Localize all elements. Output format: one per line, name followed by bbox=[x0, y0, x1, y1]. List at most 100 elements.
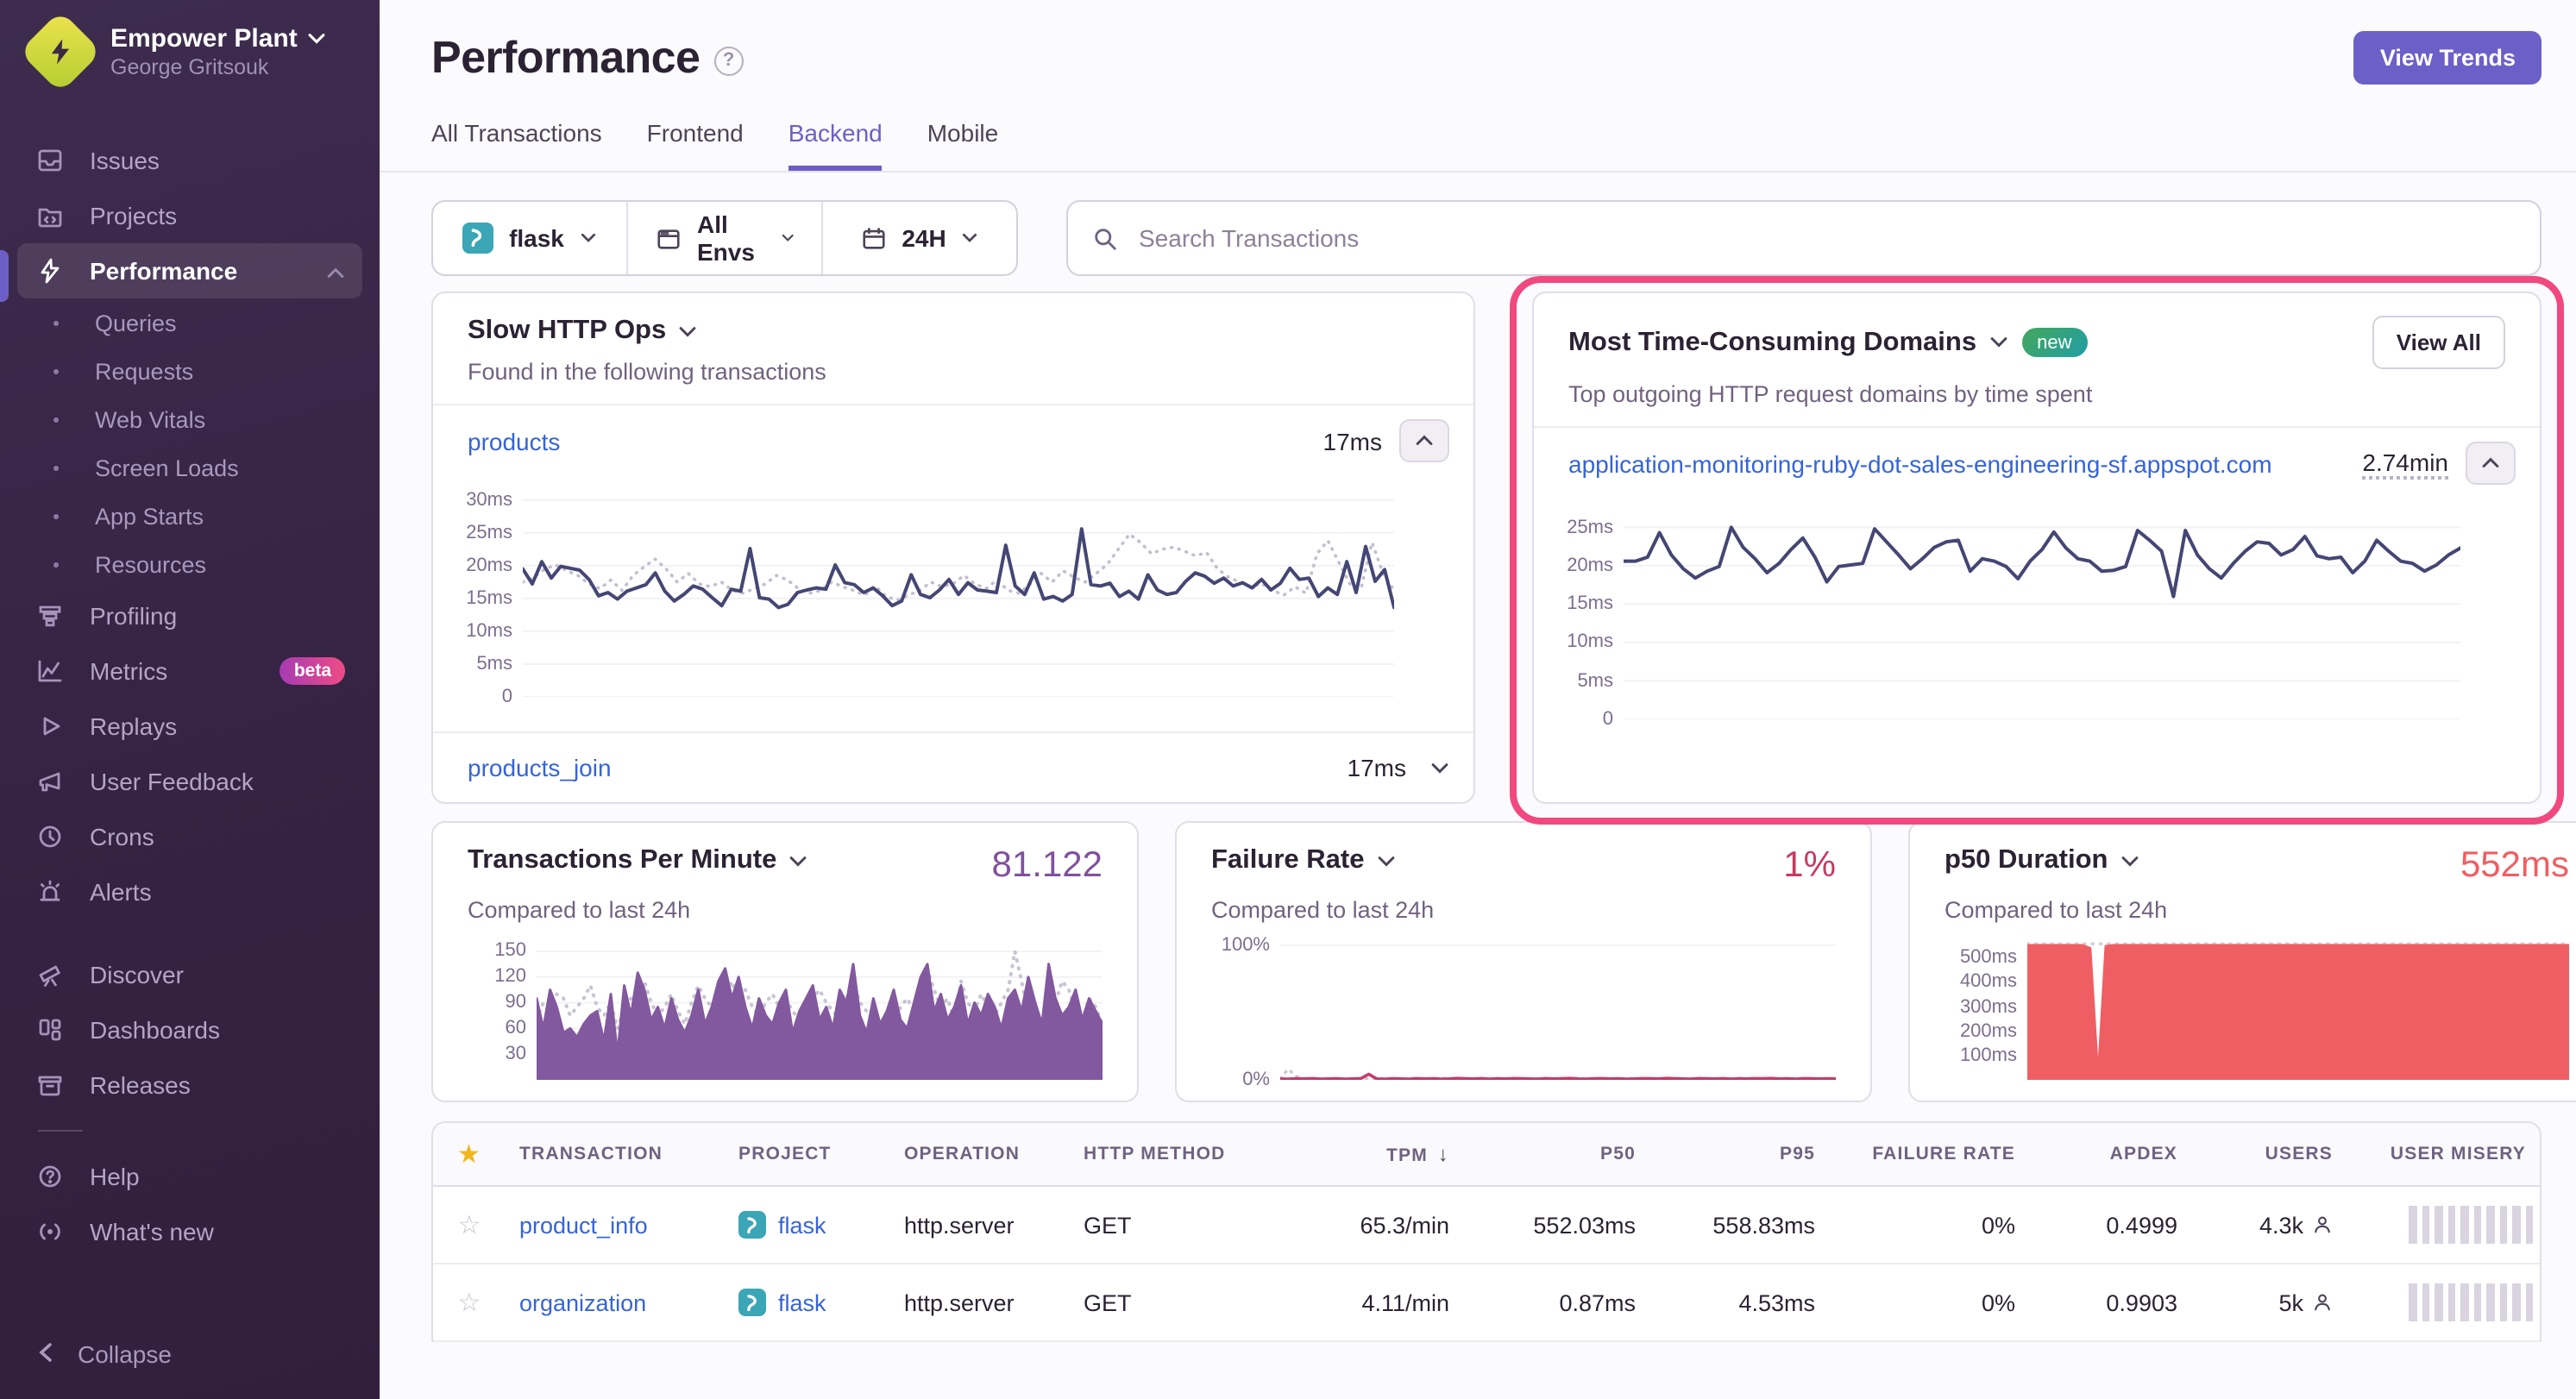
view-trends-button[interactable]: View Trends bbox=[2354, 31, 2541, 85]
project-link[interactable]: flask bbox=[778, 1289, 826, 1315]
slow-http-ops-title[interactable]: Slow HTTP Ops bbox=[468, 316, 697, 347]
expand-row-button[interactable] bbox=[1430, 762, 1449, 774]
sidebar-item-label: Releases bbox=[90, 1071, 191, 1099]
chevron-down-icon bbox=[2120, 855, 2139, 867]
sidebar-item-issues[interactable]: Issues bbox=[17, 133, 362, 188]
telescope-icon bbox=[35, 959, 66, 990]
profiling-icon bbox=[35, 600, 66, 631]
tab-frontend[interactable]: Frontend bbox=[647, 119, 744, 171]
slow-http-ops-chart: 30ms25ms20ms15ms10ms5ms0 bbox=[433, 476, 1473, 731]
org-switcher[interactable]: Empower Plant George Gritsouk bbox=[0, 0, 380, 98]
sidebar-item-web-vitals[interactable]: Web Vitals bbox=[17, 395, 362, 443]
play-icon bbox=[35, 711, 66, 742]
archive-box-icon bbox=[35, 1070, 66, 1101]
project-filter[interactable]: flask bbox=[433, 202, 626, 274]
bullet-icon bbox=[53, 465, 59, 470]
sidebar-item-label: Replays bbox=[90, 712, 177, 740]
chevron-down-icon bbox=[308, 33, 327, 45]
col-p50[interactable]: P50 bbox=[1463, 1144, 1649, 1164]
tpm-cell: 4.11/min bbox=[1270, 1289, 1463, 1315]
col-transaction[interactable]: TRANSACTION bbox=[506, 1144, 725, 1164]
sidebar-item-projects[interactable]: Projects bbox=[17, 188, 362, 243]
sidebar-collapse-button[interactable]: Collapse bbox=[0, 1323, 380, 1399]
col-users[interactable]: USERS bbox=[2191, 1144, 2347, 1164]
col-apdex[interactable]: APDEX bbox=[2029, 1144, 2191, 1164]
app-window: Empower Plant George Gritsouk Issues Pro… bbox=[0, 0, 2576, 1399]
sidebar-item-requests[interactable]: Requests bbox=[17, 347, 362, 395]
users-cell: 4.3k bbox=[2259, 1212, 2303, 1238]
star-column-header[interactable]: ★ bbox=[433, 1139, 506, 1170]
p50-duration-title[interactable]: p50 Duration bbox=[1945, 845, 2139, 876]
transaction-link[interactable]: products bbox=[468, 427, 560, 455]
search-input[interactable] bbox=[1135, 223, 2516, 254]
sidebar-divider bbox=[38, 1130, 83, 1132]
sidebar-item-dashboards[interactable]: Dashboards bbox=[17, 1002, 362, 1057]
sidebar-item-profiling[interactable]: Profiling bbox=[17, 588, 362, 643]
collapse-row-button[interactable] bbox=[2466, 442, 2516, 485]
tab-mobile[interactable]: Mobile bbox=[927, 119, 999, 171]
sidebar-item-label: Discover bbox=[90, 961, 184, 988]
sidebar-item-user-feedback[interactable]: User Feedback bbox=[17, 754, 362, 809]
star-toggle[interactable]: ☆ bbox=[433, 1287, 506, 1318]
transaction-link[interactable]: products_join bbox=[468, 754, 612, 781]
col-user-misery[interactable]: USER MISERY bbox=[2347, 1144, 2540, 1164]
sidebar-item-app-starts[interactable]: App Starts bbox=[17, 492, 362, 540]
filter-bar: flask All Envs 24H bbox=[431, 200, 2541, 276]
transaction-link[interactable]: organization bbox=[519, 1289, 646, 1315]
lightning-bolt-icon bbox=[45, 36, 76, 67]
y-axis: 150120906030 bbox=[468, 938, 537, 1080]
sidebar-item-alerts[interactable]: Alerts bbox=[17, 864, 362, 919]
sidebar-item-screen-loads[interactable]: Screen Loads bbox=[17, 443, 362, 492]
new-badge: new bbox=[2021, 328, 2087, 357]
failure-rate-title[interactable]: Failure Rate bbox=[1211, 845, 1395, 876]
col-failure-rate[interactable]: FAILURE RATE bbox=[1829, 1144, 2029, 1164]
sidebar-item-replays[interactable]: Replays bbox=[17, 699, 362, 754]
project-link[interactable]: flask bbox=[778, 1212, 826, 1238]
star-toggle[interactable]: ☆ bbox=[433, 1209, 506, 1240]
sidebar-item-label: Projects bbox=[90, 202, 177, 229]
sidebar-item-queries[interactable]: Queries bbox=[17, 298, 362, 347]
http-method-cell: GET bbox=[1070, 1212, 1270, 1238]
sidebar-item-releases[interactable]: Releases bbox=[17, 1057, 362, 1113]
domains-panel-title[interactable]: Most Time-Consuming Domains bbox=[1568, 327, 2007, 358]
sidebar-item-label: Requests bbox=[95, 358, 193, 384]
col-project[interactable]: PROJECT bbox=[725, 1144, 890, 1164]
domain-link[interactable]: application-monitoring-ruby-dot-sales-en… bbox=[1568, 449, 2272, 477]
tpm-card-title[interactable]: Transactions Per Minute bbox=[468, 845, 807, 876]
date-range-filter[interactable]: 24H bbox=[821, 202, 1016, 274]
failure-rate-chart: 100%0% bbox=[1211, 938, 1836, 1080]
col-operation[interactable]: OPERATION bbox=[890, 1144, 1070, 1164]
collapse-row-button[interactable] bbox=[1399, 419, 1449, 462]
sidebar-item-discover[interactable]: Discover bbox=[17, 947, 362, 1002]
tpm-chart: 150120906030 bbox=[468, 938, 1103, 1080]
help-circle-icon[interactable]: ? bbox=[713, 46, 743, 75]
time-spent-value: 2.74min bbox=[2362, 448, 2448, 479]
http-method-cell: GET bbox=[1070, 1289, 1270, 1315]
view-all-button[interactable]: View All bbox=[2372, 316, 2505, 369]
domain-row: application-monitoring-ruby-dot-sales-en… bbox=[1534, 428, 2540, 499]
sidebar-item-whats-new[interactable]: What's new bbox=[17, 1204, 362, 1259]
p50-duration-chart: 500ms400ms300ms200ms100ms bbox=[1945, 938, 2569, 1080]
bullet-icon bbox=[53, 320, 59, 325]
org-logo bbox=[19, 10, 102, 93]
sidebar-item-label: Metrics bbox=[90, 657, 167, 685]
transaction-link[interactable]: product_info bbox=[519, 1212, 648, 1238]
sidebar-item-metrics[interactable]: Metrics beta bbox=[17, 643, 362, 699]
col-http-method[interactable]: HTTP METHOD bbox=[1070, 1144, 1270, 1164]
chevron-down-icon bbox=[782, 233, 794, 243]
tab-all-transactions[interactable]: All Transactions bbox=[431, 119, 602, 171]
siren-icon bbox=[35, 876, 66, 907]
sort-desc-icon: ↓ bbox=[1431, 1142, 1449, 1166]
environment-filter[interactable]: All Envs bbox=[626, 202, 821, 274]
operation-cell: http.server bbox=[890, 1289, 1070, 1315]
page-filter-bar: flask All Envs 24H bbox=[431, 200, 1018, 276]
p95-cell: 558.83ms bbox=[1649, 1212, 1829, 1238]
sidebar-item-performance[interactable]: Performance bbox=[17, 243, 362, 298]
bullet-icon bbox=[53, 417, 59, 422]
sidebar-item-help[interactable]: Help bbox=[17, 1149, 362, 1204]
col-tpm[interactable]: TPM ↓ bbox=[1270, 1142, 1463, 1166]
sidebar-item-crons[interactable]: Crons bbox=[17, 809, 362, 864]
col-p95[interactable]: P95 bbox=[1649, 1144, 1829, 1164]
tab-backend[interactable]: Backend bbox=[789, 119, 883, 171]
sidebar-item-resources[interactable]: Resources bbox=[17, 540, 362, 588]
